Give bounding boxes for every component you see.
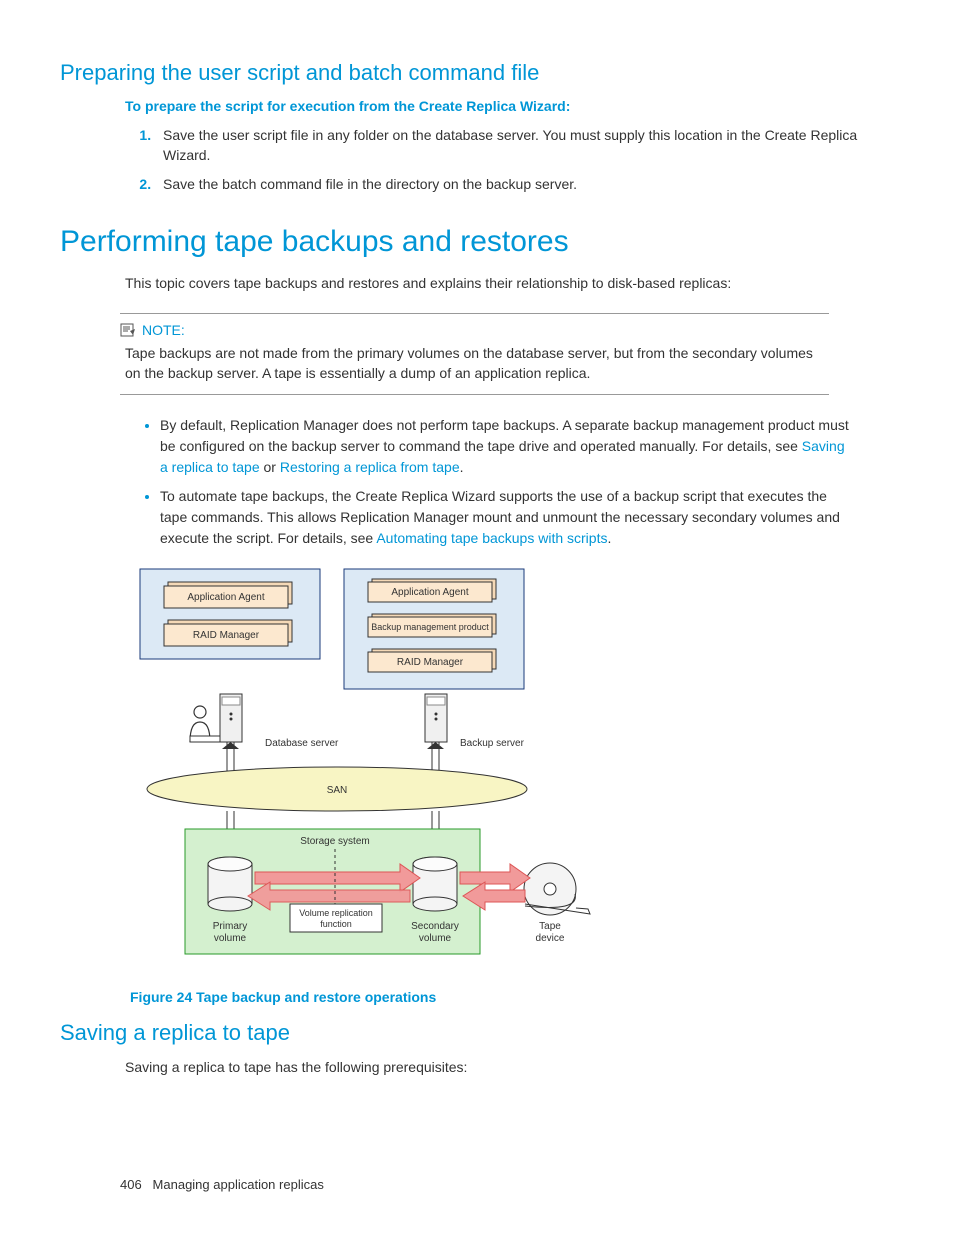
figure-caption: Figure 24 Tape backup and restore operat… xyxy=(130,989,894,1005)
note-block: NOTE: Tape backups are not made from the… xyxy=(120,313,829,394)
fig-backup-mgmt: Backup management product xyxy=(371,622,489,632)
step-2: Save the batch command file in the direc… xyxy=(155,175,894,195)
fig-tape-label1: Tape xyxy=(539,921,561,932)
fig-secondary-label1: Secondary xyxy=(411,921,459,932)
link-restoring-replica[interactable]: Restoring a replica from tape xyxy=(280,459,460,475)
intro-text: This topic covers tape backups and resto… xyxy=(125,274,894,294)
ordered-steps: Save the user script file in any folder … xyxy=(135,126,894,195)
bullet-1-text-c: . xyxy=(460,459,464,475)
fig-san-label: SAN xyxy=(327,785,348,796)
page-number: 406 xyxy=(120,1177,142,1192)
fig-backup-server-label: Backup server xyxy=(460,738,525,749)
fig-primary-label2: volume xyxy=(214,933,247,944)
fig-raid-right: RAID Manager xyxy=(397,657,464,668)
note-label-text: NOTE: xyxy=(142,322,185,338)
footer-title: Managing application replicas xyxy=(153,1177,324,1192)
fig-primary-label1: Primary xyxy=(213,921,247,932)
link-automating-tape[interactable]: Automating tape backups with scripts xyxy=(376,530,607,546)
section-heading-performing: Performing tape backups and restores xyxy=(60,225,894,259)
note-text: Tape backups are not made from the prima… xyxy=(125,344,829,383)
bullet-2-text-b: . xyxy=(607,530,611,546)
bullet-1-text-b: or xyxy=(260,459,280,475)
note-icon xyxy=(120,323,136,337)
note-label: NOTE: xyxy=(120,322,829,338)
fig-secondary-label2: volume xyxy=(419,933,452,944)
fig-raid-left: RAID Manager xyxy=(193,630,260,641)
bullet-1-text-a: By default, Replication Manager does not… xyxy=(160,417,849,454)
bullet-1: By default, Replication Manager does not… xyxy=(160,415,854,478)
fig-app-agent-left: Application Agent xyxy=(187,592,265,603)
section-heading-preparing: Preparing the user script and batch comm… xyxy=(60,60,894,86)
fig-storage-label: Storage system xyxy=(300,836,369,847)
page-footer: 406 Managing application replicas xyxy=(120,1177,894,1192)
figure-diagram: Application Agent RAID Manager Applicati… xyxy=(130,564,894,979)
fig-db-server-label: Database server xyxy=(265,738,339,749)
bullet-list: By default, Replication Manager does not… xyxy=(140,415,854,549)
fig-volrep1: Volume replication xyxy=(299,908,373,918)
fig-app-agent-right: Application Agent xyxy=(391,587,469,598)
subheading-script-prep: To prepare the script for execution from… xyxy=(125,98,894,114)
step-1: Save the user script file in any folder … xyxy=(155,126,894,165)
fig-volrep2: function xyxy=(320,919,352,929)
fig-tape-label2: device xyxy=(536,933,565,944)
saving-text: Saving a replica to tape has the followi… xyxy=(125,1058,894,1078)
section-heading-saving: Saving a replica to tape xyxy=(60,1020,894,1046)
bullet-2: To automate tape backups, the Create Rep… xyxy=(160,486,854,549)
